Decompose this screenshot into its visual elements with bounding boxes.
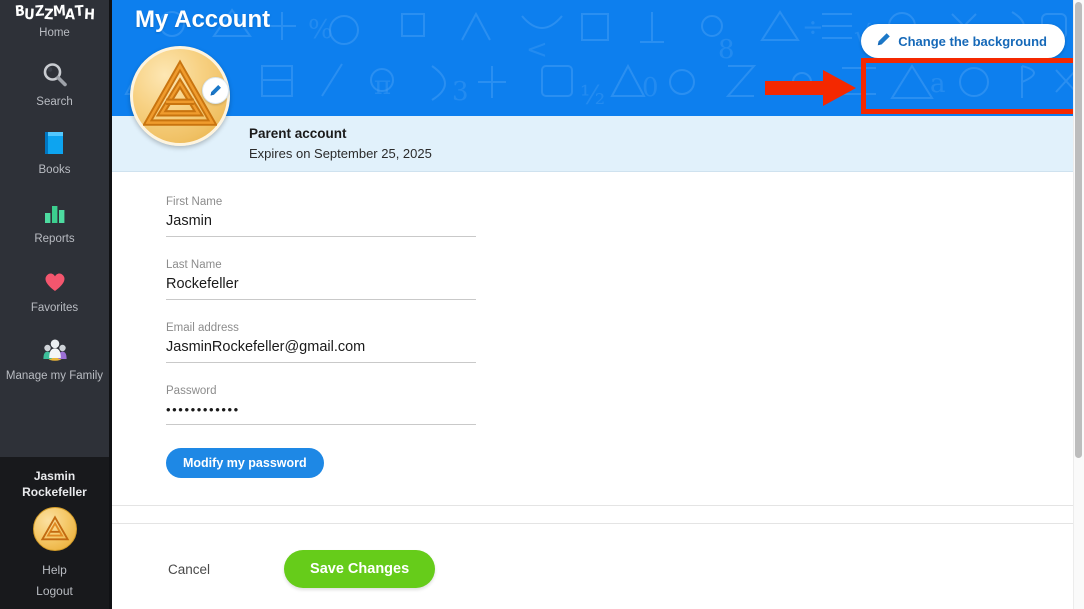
sidebar-item-reports[interactable]: Reports — [0, 195, 109, 248]
field-label: First Name — [166, 196, 223, 208]
sidebar-user-lastname: Rockefeller — [22, 485, 87, 500]
svg-text:0: 0 — [642, 73, 659, 103]
email-input[interactable] — [166, 338, 476, 363]
page-title: My Account — [135, 6, 271, 33]
book-icon — [41, 126, 69, 160]
cancel-button[interactable]: Cancel — [168, 562, 210, 577]
app-root: BUZZMATH Home Search Books Reports Favor… — [0, 0, 1084, 609]
account-banner: %π ½0 8√x a9 3+ ÷< My Account Change the… — [112, 0, 1084, 116]
bar-chart-icon — [41, 195, 69, 229]
sidebar-item-label: Home — [39, 27, 70, 39]
svg-text:½: ½ — [580, 81, 605, 111]
sidebar-item-books[interactable]: Books — [0, 126, 109, 179]
account-type-label: Parent account — [249, 126, 347, 141]
sidebar-footer: Jasmin Rockefeller Help Logout — [0, 456, 109, 609]
sidebar-item-search[interactable]: Search — [0, 58, 109, 111]
account-info-bar: Parent account Expires on September 25, … — [112, 116, 1084, 172]
sidebar-item-label: Favorites — [30, 301, 79, 314]
svg-text:3: 3 — [452, 77, 469, 107]
family-group-icon — [39, 332, 71, 366]
sidebar-item-label: Reports — [34, 233, 75, 246]
modify-password-button[interactable]: Modify my password — [166, 448, 324, 478]
profile-picture[interactable] — [130, 46, 230, 146]
buzzmath-triangle-avatar-icon — [40, 515, 69, 541]
main-content: %π ½0 8√x a9 3+ ÷< My Account Change the… — [112, 0, 1084, 609]
sidebar-item-label: Manage my Family — [5, 370, 104, 383]
change-background-label: Change the background — [898, 33, 1047, 49]
app-logo[interactable]: BUZZMATH — [0, 3, 109, 24]
field-email-address: Email address — [166, 322, 476, 363]
pencil-icon — [210, 85, 221, 96]
sidebar-item-favorites[interactable]: Favorites — [0, 264, 109, 317]
pencil-icon — [876, 32, 891, 50]
field-label: Last Name — [166, 259, 222, 271]
field-last-name: Last Name — [166, 259, 476, 300]
edit-avatar-button[interactable] — [202, 77, 229, 104]
heart-icon — [41, 264, 69, 298]
password-input[interactable] — [166, 401, 476, 425]
field-password: Password — [166, 385, 476, 425]
sidebar-item-label: Books — [38, 164, 71, 177]
sidebar-item-manage-my-family[interactable]: Manage my Family — [0, 332, 109, 385]
account-meta: Parent account Expires on September 25, … — [249, 124, 432, 164]
account-form: First Name Last Name Email address Passw… — [112, 172, 1084, 478]
account-expiry-label: Expires on September 25, 2025 — [249, 146, 432, 162]
first-name-input[interactable] — [166, 212, 476, 237]
form-actions: Cancel Save Changes — [112, 524, 1084, 588]
svg-text:÷: ÷ — [802, 13, 824, 43]
sidebar-item-home[interactable]: Home — [0, 25, 109, 42]
search-icon — [40, 58, 70, 92]
sidebar-nav: BUZZMATH Home Search Books Reports Favor… — [0, 0, 109, 457]
field-label: Email address — [166, 322, 239, 334]
svg-text:a: a — [930, 69, 946, 99]
sidebar-user-firstname: Jasmin — [33, 468, 76, 483]
logout-link[interactable]: Logout — [4, 581, 105, 601]
form-divider-top — [112, 505, 1084, 506]
last-name-input[interactable] — [166, 275, 476, 300]
svg-text:<: < — [526, 35, 548, 65]
sidebar: BUZZMATH Home Search Books Reports Favor… — [0, 0, 112, 609]
page-scrollbar-thumb[interactable] — [1075, 2, 1082, 458]
svg-text:8: 8 — [718, 35, 735, 65]
help-link[interactable]: Help — [4, 560, 105, 580]
change-background-button[interactable]: Change the background — [861, 24, 1065, 58]
sidebar-user-name: Jasmin Rockefeller — [4, 468, 105, 500]
field-first-name: First Name — [166, 196, 476, 237]
page-scrollbar[interactable] — [1073, 0, 1084, 609]
field-label: Password — [166, 385, 217, 397]
svg-text:%: % — [308, 15, 333, 45]
save-changes-button[interactable]: Save Changes — [284, 550, 436, 588]
avatar[interactable] — [32, 507, 77, 552]
sidebar-item-label: Search — [36, 95, 73, 108]
svg-text:π: π — [374, 71, 391, 101]
